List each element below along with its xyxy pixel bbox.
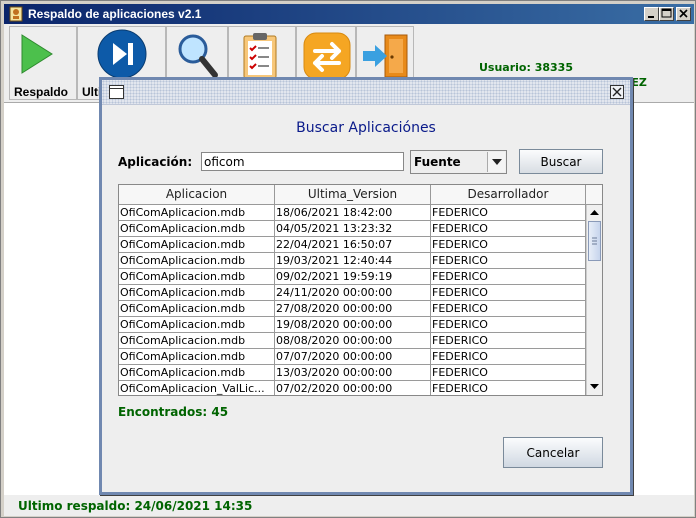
close-button[interactable]: [676, 7, 691, 21]
scroll-up-button[interactable]: [587, 205, 602, 220]
table-row[interactable]: OfiComAplicacion.mdb 19/03/2021 12:40:44 F…: [119, 253, 586, 269]
table-cell: FEDERICO: [431, 365, 586, 381]
exit-door-icon: [363, 34, 408, 78]
last-backup-text: Ultimo respaldo: 24/06/2021 14:35: [18, 499, 253, 513]
table-cell: 08/08/2020 00:00:00: [275, 333, 431, 349]
scroll-thumb[interactable]: [588, 221, 601, 261]
table-cell: OfiComAplicacion.mdb: [119, 253, 275, 269]
table-row[interactable]: OfiComAplicacion.mdb 04/05/2021 13:23:32 F…: [119, 221, 586, 237]
column-header-aplicacion[interactable]: Aplicacion: [119, 185, 275, 205]
table-cell: OfiComAplicacion.mdb: [119, 349, 275, 365]
close-icon: [612, 87, 622, 97]
table-cell: OfiComAplicacion.mdb: [119, 237, 275, 253]
window-title: Respaldo de aplicaciones v2.1: [28, 7, 202, 21]
table-row[interactable]: OfiComAplicacion.mdb 13/03/2020 00:00:00 F…: [119, 365, 586, 381]
results-count: Encontrados: 45: [118, 405, 229, 419]
scroll-down-button[interactable]: [587, 379, 602, 394]
respaldo-label: Respaldo: [14, 85, 69, 99]
table-cell: OfiComAplicacion.mdb: [119, 365, 275, 381]
app-icon: [9, 6, 23, 22]
arrow-down-icon: [590, 384, 599, 389]
table-cell: FEDERICO: [431, 317, 586, 333]
table-cell: OfiComAplicacion.mdb: [119, 205, 275, 221]
column-header-ultima-version[interactable]: Ultima_Version: [275, 185, 431, 205]
table-cell: OfiComAplicacion.mdb: [119, 301, 275, 317]
table-cell: 22/04/2021 16:50:07: [275, 237, 431, 253]
table-row[interactable]: OfiComAplicacion.mdb 27/08/2020 00:00:00 F…: [119, 301, 586, 317]
dialog-titlebar[interactable]: [102, 80, 630, 105]
search-button[interactable]: Buscar: [519, 149, 603, 174]
table-cell: FEDERICO: [431, 237, 586, 253]
window-titlebar[interactable]: Respaldo de aplicaciones v2.1: [4, 4, 694, 24]
application-label: Aplicación:: [118, 155, 193, 169]
maximize-button[interactable]: [659, 7, 674, 21]
table-cell: FEDERICO: [431, 253, 586, 269]
minimize-button[interactable]: [644, 7, 659, 21]
table-cell: OfiComAplicacion.mdb: [119, 269, 275, 285]
status-bar: Ultimo respaldo: 24/06/2021 14:35: [4, 495, 694, 516]
table-cell: FEDERICO: [431, 381, 586, 395]
table-cell: FEDERICO: [431, 333, 586, 349]
table-cell: FEDERICO: [431, 285, 586, 301]
table-row[interactable]: OfiComAplicacion.mdb 07/07/2020 00:00:00 F…: [119, 349, 586, 365]
table-cell: 07/02/2020 00:00:00: [275, 381, 431, 395]
table-cell: 24/11/2020 00:00:00: [275, 285, 431, 301]
table-cell: OfiComAplicacion.mdb: [119, 285, 275, 301]
search-dialog: Buscar Aplicaciónes Aplicación: Fuente B…: [99, 77, 633, 495]
dialog-heading: Buscar Aplicaciónes: [296, 120, 436, 136]
table-cell: FEDERICO: [431, 269, 586, 285]
combo-arrow-button[interactable]: [487, 152, 505, 172]
clipboard-checklist-icon: [243, 33, 277, 79]
table-header: Aplicacion Ultima_Version Desarrollador: [119, 185, 586, 205]
combo-selected-value: Fuente: [414, 155, 461, 169]
results-table: Aplicacion Ultima_Version Desarrollador …: [118, 184, 603, 396]
application-search-input[interactable]: [201, 152, 404, 171]
chevron-down-icon: [492, 159, 502, 165]
table-cell: 19/03/2021 12:40:44: [275, 253, 431, 269]
table-body: OfiComAplicacion.mdb 18/06/2021 18:42:00 F…: [119, 205, 586, 395]
user-id: Usuario: 38335: [479, 61, 573, 74]
magnifier-icon: [178, 34, 218, 78]
table-cell: 19/08/2020 00:00:00: [275, 317, 431, 333]
skip-next-icon: [97, 29, 147, 79]
cancel-button[interactable]: Cancelar: [503, 437, 603, 468]
table-cell: OfiComAplicacion.mdb: [119, 221, 275, 237]
table-row[interactable]: OfiComAplicacion.mdb 18/06/2021 18:42:00 F…: [119, 205, 586, 221]
table-cell: 04/05/2021 13:23:32: [275, 221, 431, 237]
table-row[interactable]: OfiComAplicacion_ValLic... 07/02/2020 00:…: [119, 381, 586, 395]
table-cell: 13/03/2020 00:00:00: [275, 365, 431, 381]
table-row[interactable]: OfiComAplicacion.mdb 19/08/2020 00:00:00 F…: [119, 317, 586, 333]
table-cell: FEDERICO: [431, 205, 586, 221]
table-cell: OfiComAplicacion.mdb: [119, 333, 275, 349]
dialog-close-button[interactable]: [610, 85, 624, 99]
table-cell: 18/06/2021 18:42:00: [275, 205, 431, 221]
column-header-desarrollador[interactable]: Desarrollador: [431, 185, 586, 205]
table-cell: FEDERICO: [431, 349, 586, 365]
table-cell: 07/07/2020 00:00:00: [275, 349, 431, 365]
table-row[interactable]: OfiComAplicacion.mdb 09/02/2021 19:59:19 F…: [119, 269, 586, 285]
respaldo-button[interactable]: Respaldo: [9, 26, 77, 100]
table-scrollbar[interactable]: [586, 205, 602, 395]
table-row[interactable]: OfiComAplicacion.mdb 08/08/2020 00:00:00 F…: [119, 333, 586, 349]
source-combo[interactable]: Fuente: [410, 150, 507, 174]
table-header-corner: [586, 185, 602, 205]
swap-arrows-icon: [303, 32, 351, 80]
table-cell: FEDERICO: [431, 301, 586, 317]
table-cell: 27/08/2020 00:00:00: [275, 301, 431, 317]
table-cell: OfiComAplicacion_ValLic...: [119, 381, 275, 395]
window-icon: [109, 85, 124, 99]
arrow-up-icon: [590, 210, 599, 215]
table-cell: OfiComAplicacion.mdb: [119, 317, 275, 333]
play-icon: [21, 34, 53, 74]
table-cell: 09/02/2021 19:59:19: [275, 269, 431, 285]
table-row[interactable]: OfiComAplicacion.mdb 24/11/2020 00:00:00 F…: [119, 285, 586, 301]
table-row[interactable]: OfiComAplicacion.mdb 22/04/2021 16:50:07 F…: [119, 237, 586, 253]
table-cell: FEDERICO: [431, 221, 586, 237]
